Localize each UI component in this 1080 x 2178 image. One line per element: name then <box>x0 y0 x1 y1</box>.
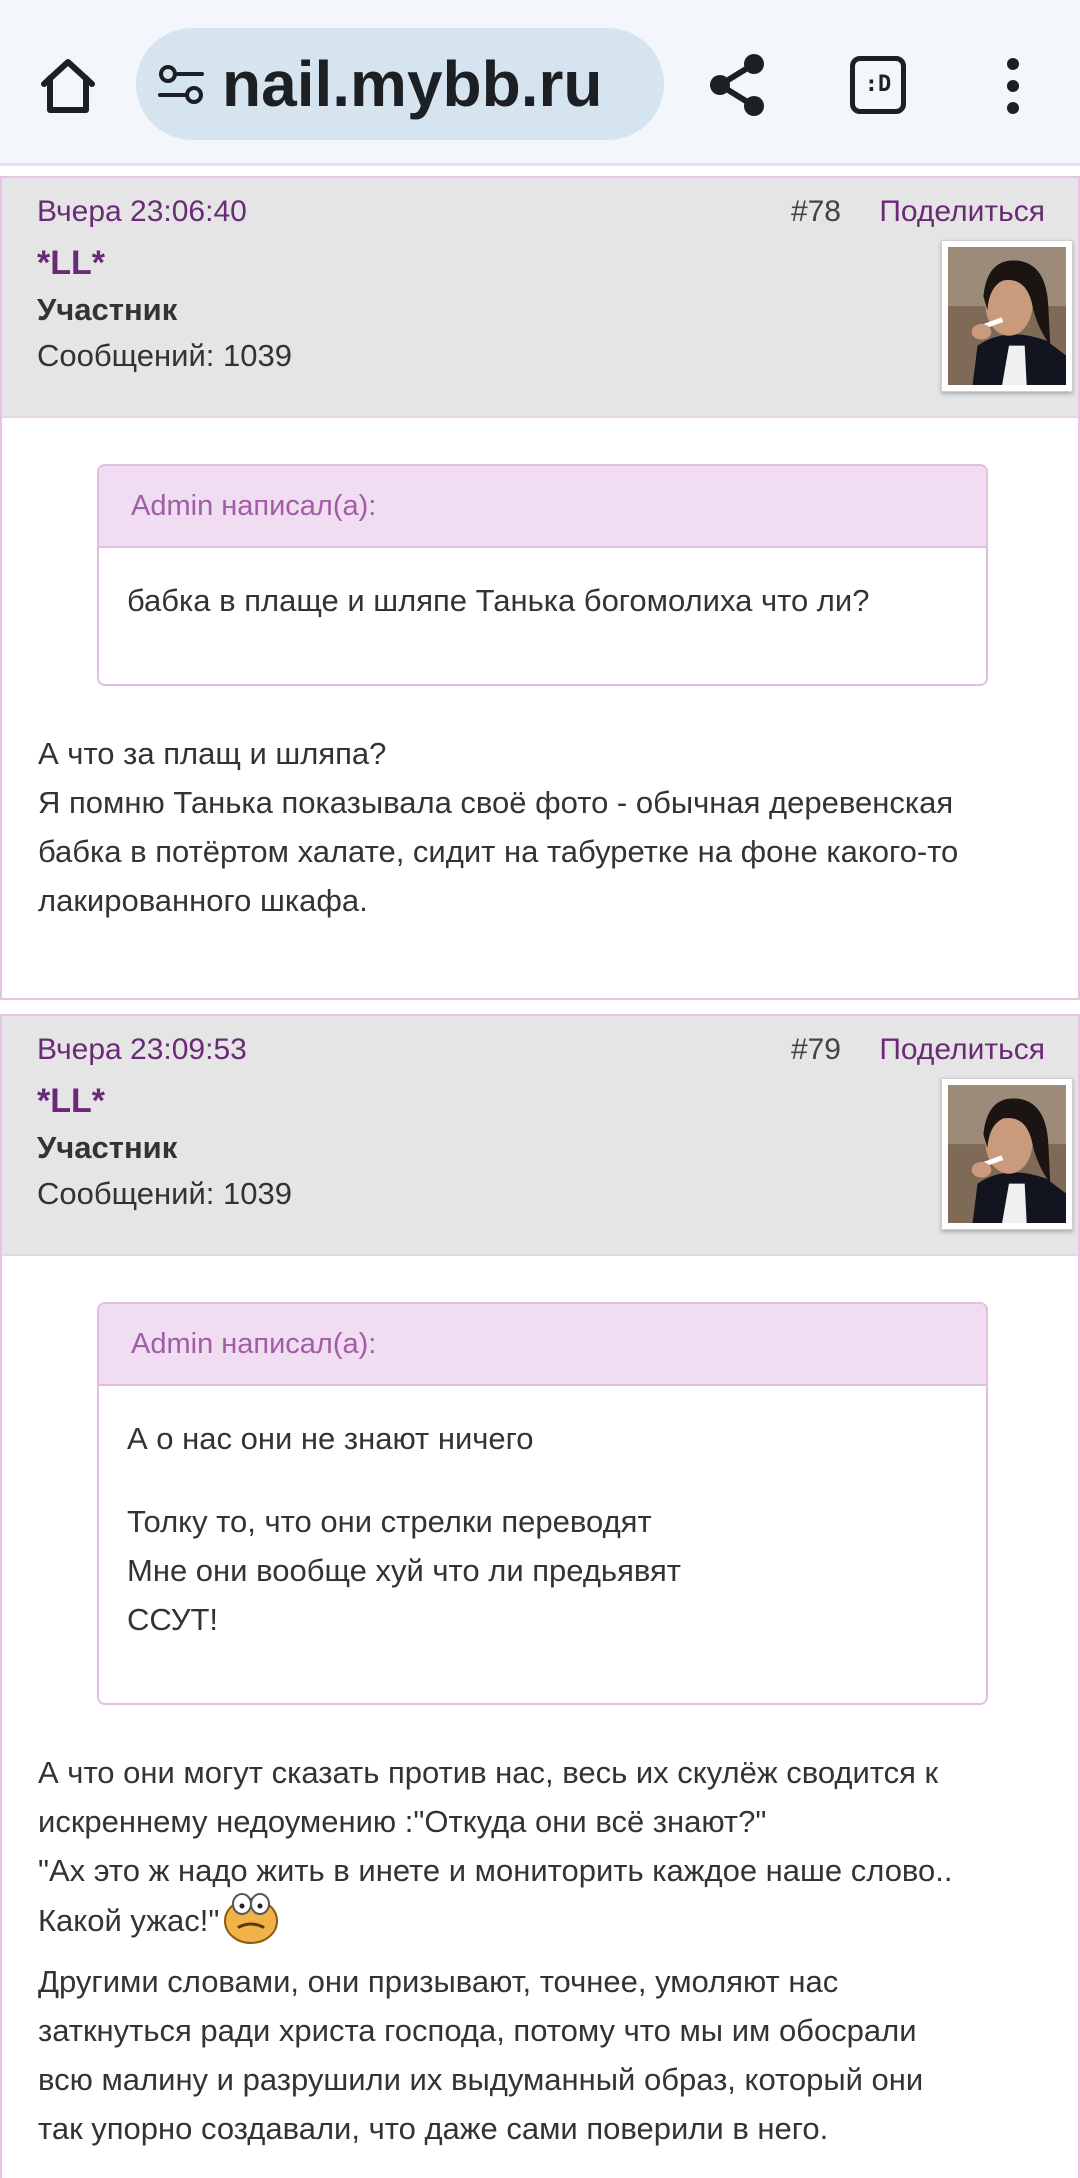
author-name[interactable]: *LL* <box>37 244 105 283</box>
quote-author: Admin написал(а): <box>99 1304 986 1386</box>
share-link[interactable]: Поделиться <box>879 1033 1045 1067</box>
post-line: Я помню Танька показывала своё фото - об… <box>38 785 954 820</box>
quote-line: ССУТ! <box>127 1602 218 1637</box>
post-number-link[interactable]: #78 <box>791 195 841 229</box>
quote-line: Толку то, что они стрелки переводят <box>127 1504 652 1539</box>
author-role: Участник <box>37 1130 178 1165</box>
post-line: Другими словами, они призывают, точнее, … <box>38 1964 839 1999</box>
author-name[interactable]: *LL* <box>37 1082 105 1121</box>
quote-block: Admin написал(а): бабка в плаще и шляпе … <box>97 464 988 686</box>
post-header: Вчера 23:09:53 #79 Поделиться *LL* Участ… <box>2 1016 1078 1256</box>
quote-block: Admin написал(а): А о нас они не знают н… <box>97 1302 988 1705</box>
avatar[interactable] <box>941 1078 1073 1230</box>
post-line: так упорно создавали, что даже сами пове… <box>38 2111 829 2146</box>
post-line: бабка в потёртом халате, сидит на табуре… <box>38 834 959 869</box>
post-header: Вчера 23:06:40 #78 Поделиться *LL* Участ… <box>2 178 1078 418</box>
surprised-smiley-icon <box>223 1889 279 1945</box>
browser-toolbar: nail.mybb.ru :D <box>0 0 1080 166</box>
post-line: А что за плащ и шляпа? <box>38 736 387 771</box>
quote-line: Мне они вообще хуй что ли предьявят <box>127 1553 681 1588</box>
quote-line: бабка в плаще и шляпе Танька богомолиха … <box>127 583 870 618</box>
post-line: искреннему недоумению :"Откуда они всё з… <box>38 1804 767 1839</box>
post-line: лакированного шкафа. <box>38 883 368 918</box>
forum-post: Вчера 23:06:40 #78 Поделиться *LL* Участ… <box>0 176 1080 1000</box>
author-message-count: Сообщений: 1039 <box>37 338 292 373</box>
share-link[interactable]: Поделиться <box>879 195 1045 229</box>
author-message-count: Сообщений: 1039 <box>37 1176 292 1211</box>
post-date: Вчера 23:06:40 <box>37 195 247 228</box>
home-icon[interactable] <box>36 56 100 116</box>
post-text: А что за плащ и шляпа? Я помню Танька по… <box>38 729 1042 925</box>
more-menu-icon[interactable] <box>1000 58 1026 114</box>
post-date: Вчера 23:09:53 <box>37 1033 247 1066</box>
post-line: Какой ужас!" <box>38 1893 1042 1957</box>
author-role: Участник <box>37 292 178 327</box>
post-line: А что они могут сказать против нас, весь… <box>38 1755 939 1790</box>
quote-text: А о нас они не знают ничего Толку то, чт… <box>99 1386 986 1644</box>
forum-post: Вчера 23:09:53 #79 Поделиться *LL* Участ… <box>0 1014 1080 2178</box>
avatar[interactable] <box>941 240 1073 392</box>
url-text: nail.mybb.ru <box>222 48 603 120</box>
post-line: заткнуться ради христа господа, потому ч… <box>38 2013 917 2048</box>
post-text: А что они могут сказать против нас, весь… <box>38 1748 1042 2153</box>
quote-text: бабка в плаще и шляпе Танька богомолиха … <box>99 548 986 625</box>
post-line-text: Какой ужас!" <box>38 1903 220 1939</box>
address-bar[interactable]: nail.mybb.ru <box>136 28 664 140</box>
post-line: "Ах это ж надо жить в инете и мониторить… <box>38 1853 953 1888</box>
quote-author: Admin написал(а): <box>99 466 986 548</box>
share-icon[interactable] <box>704 50 770 120</box>
post-number-link[interactable]: #79 <box>791 1033 841 1067</box>
quote-line: А о нас они не знают ничего <box>127 1421 534 1456</box>
post-line: всю малину и разрушили их выдуманный обр… <box>38 2062 924 2097</box>
site-settings-icon[interactable] <box>156 64 206 106</box>
tab-switcher-button[interactable]: :D <box>850 56 906 114</box>
